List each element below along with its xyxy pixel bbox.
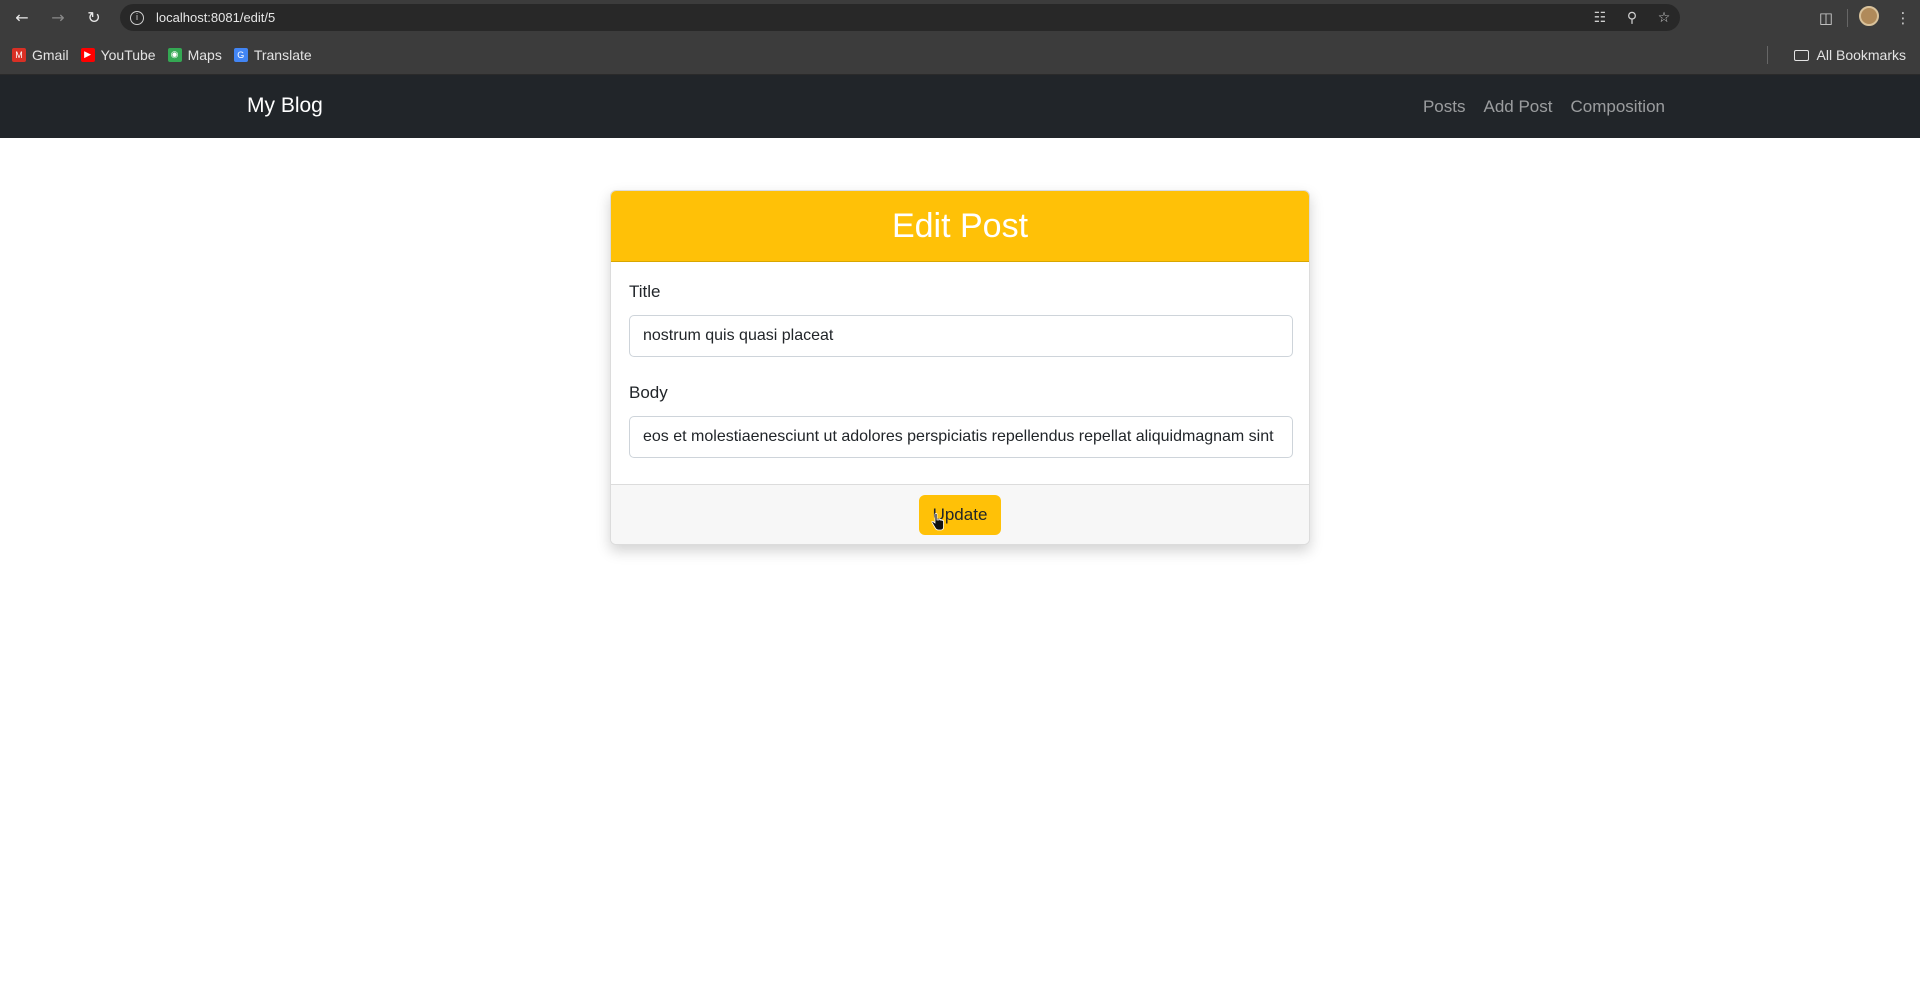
card-footer: Update bbox=[611, 484, 1309, 544]
site-info-icon[interactable]: i bbox=[130, 10, 144, 25]
title-group: Title bbox=[629, 282, 1293, 357]
bookmark-star-icon[interactable]: ☆ bbox=[1648, 10, 1680, 26]
bookmark-gmail[interactable]: M Gmail bbox=[12, 47, 69, 63]
address-bar[interactable]: i localhost:8081/edit/5 ☷ ⚲ ☆ bbox=[120, 4, 1680, 31]
bookmark-maps[interactable]: ◉ Maps bbox=[167, 46, 222, 63]
nav-link-posts[interactable]: Posts bbox=[1423, 97, 1466, 117]
youtube-icon: ▶ bbox=[80, 47, 95, 62]
card-body: Title Body bbox=[611, 262, 1309, 477]
update-button[interactable]: Update bbox=[918, 494, 1002, 535]
card-header: Edit Post bbox=[611, 191, 1309, 262]
title-label: Title bbox=[629, 282, 661, 301]
menu-dots-icon[interactable]: ⋮ bbox=[1886, 9, 1920, 27]
title-input[interactable] bbox=[629, 315, 1293, 357]
toolbar-divider bbox=[1847, 8, 1848, 27]
zoom-icon[interactable]: ⚲ bbox=[1616, 10, 1648, 26]
maps-icon: ◉ bbox=[167, 47, 182, 62]
brand-link[interactable]: My Blog bbox=[247, 94, 323, 118]
edit-post-card: Edit Post Title Body Update bbox=[610, 190, 1310, 545]
bookmark-translate[interactable]: G Translate bbox=[233, 46, 312, 63]
extensions-icon[interactable]: ◫ bbox=[1809, 9, 1843, 27]
back-icon[interactable]: ← bbox=[8, 4, 36, 32]
body-label: Body bbox=[629, 383, 668, 402]
bookmark-youtube[interactable]: ▶ YouTube bbox=[80, 46, 156, 63]
forward-icon[interactable]: → bbox=[44, 4, 72, 32]
bookmark-label: Translate bbox=[253, 46, 312, 63]
nav-link-add-post[interactable]: Add Post bbox=[1484, 97, 1553, 117]
address-url[interactable]: localhost:8081/edit/5 bbox=[156, 10, 275, 25]
body-group: Body bbox=[629, 383, 1293, 458]
translate-icon[interactable]: ☷ bbox=[1584, 10, 1616, 26]
all-bookmarks-label: All Bookmarks bbox=[1816, 47, 1906, 63]
reload-icon[interactable]: ↻ bbox=[80, 4, 108, 32]
translate-bookmark-icon: G bbox=[233, 47, 248, 62]
folder-icon bbox=[1793, 49, 1809, 61]
gmail-icon: M bbox=[12, 47, 26, 62]
bookmark-label: YouTube bbox=[100, 46, 156, 63]
site-navbar: My Blog Posts Add Post Composition bbox=[0, 75, 1920, 138]
page-title: Edit Post bbox=[891, 206, 1029, 245]
hand-cursor-icon bbox=[931, 512, 944, 530]
bookmarks-divider bbox=[1767, 46, 1768, 64]
nav-link-composition[interactable]: Composition bbox=[1571, 97, 1666, 117]
body-input[interactable] bbox=[629, 416, 1293, 458]
bookmark-label: Gmail bbox=[32, 46, 69, 63]
all-bookmarks-button[interactable]: All Bookmarks bbox=[1793, 35, 1906, 75]
browser-toolbar: ← → ↻ i localhost:8081/edit/5 ☷ ⚲ ☆ ◫ ⋮ bbox=[0, 0, 1920, 35]
bookmarks-bar: M Gmail ▶ YouTube ◉ Maps G Translate All… bbox=[0, 35, 1920, 75]
bookmark-label: Maps bbox=[187, 46, 222, 63]
nav-links: Posts Add Post Composition bbox=[1405, 75, 1665, 138]
profile-avatar[interactable] bbox=[1852, 5, 1886, 30]
